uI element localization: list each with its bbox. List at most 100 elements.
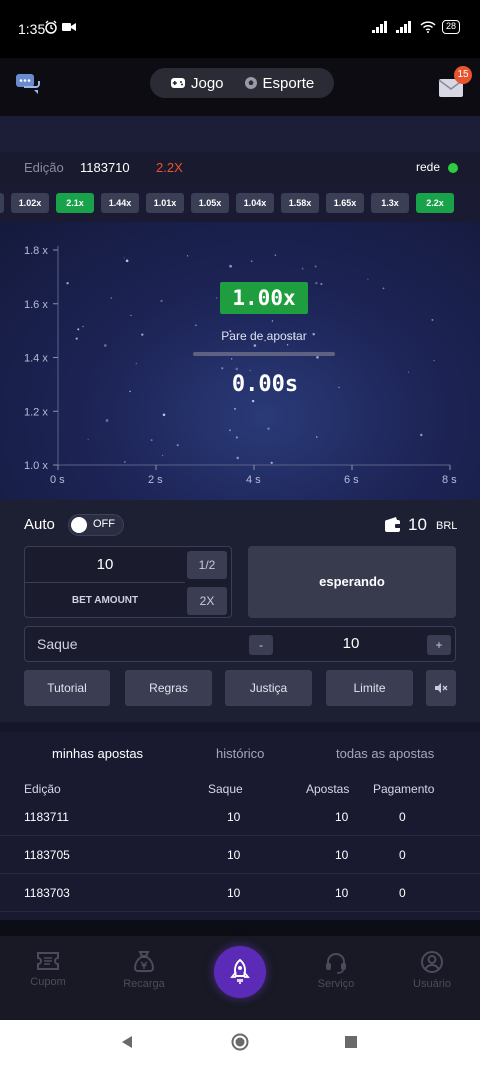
star (123, 257, 125, 259)
bet-controls: Auto OFF 10 BRL 10 BET AMOUNT 1/2 2X esp… (0, 500, 480, 722)
tab-recharge[interactable]: Recarga (109, 950, 179, 990)
recents-icon[interactable] (345, 1035, 357, 1053)
cell-payment: 0 (399, 810, 406, 824)
rocket-icon (230, 958, 250, 984)
cell-cashout: 10 (227, 810, 241, 824)
cashout-increase-button[interactable]: + (427, 635, 451, 655)
status-time: 1:35 (18, 21, 46, 37)
network-status-dot (448, 163, 458, 173)
signal-icon (371, 21, 387, 33)
speaker-mute-icon (435, 683, 448, 693)
star (301, 267, 304, 270)
home-icon[interactable] (231, 1033, 249, 1056)
bets-section: minhas apostas histórico todas as aposta… (0, 732, 480, 920)
history-pill: 2.1x (56, 193, 94, 213)
toggle-knob (71, 517, 87, 533)
current-multiplier: 1.00x (220, 282, 308, 314)
round-timer: 0.00s (231, 372, 299, 397)
star (420, 433, 423, 437)
action-buttons: Tutorial Regras Justiça Limite (24, 670, 456, 706)
star (433, 359, 435, 362)
half-bet-button[interactable]: 1/2 (187, 551, 227, 579)
table-row: 1183711 10 10 0 (0, 798, 480, 836)
star (229, 264, 232, 268)
cell-cashout: 10 (227, 886, 241, 900)
star (75, 337, 78, 340)
star (123, 460, 126, 463)
cell-payment: 0 (399, 886, 406, 900)
x-tick-label: 4 s (246, 474, 261, 486)
star (270, 461, 273, 464)
bet-button[interactable]: esperando (248, 546, 456, 618)
tab-game-home[interactable] (214, 946, 266, 998)
cell-cashout: 10 (227, 848, 241, 862)
tab-service[interactable]: Serviço (301, 950, 371, 990)
star (77, 328, 80, 331)
star (161, 454, 164, 457)
rules-button[interactable]: Regras (125, 670, 212, 706)
star (141, 333, 144, 336)
star (274, 254, 277, 257)
history-pill: 1.01x (146, 193, 184, 213)
tab-coupon[interactable]: Cupom (13, 950, 83, 988)
auto-toggle[interactable]: OFF (68, 514, 124, 536)
tab-esporte[interactable]: Esporte (234, 68, 325, 98)
star (103, 344, 107, 347)
star (407, 371, 410, 373)
cell-edition: 1183705 (24, 848, 70, 862)
star (316, 436, 318, 438)
mail-badge: 15 (454, 66, 472, 84)
y-tick-label: 1.0 x (24, 460, 48, 472)
last-multiplier: 2.2X (156, 160, 183, 175)
bottom-gap (0, 920, 480, 936)
back-icon[interactable] (120, 1034, 134, 1055)
status-icons-left (44, 20, 76, 34)
round-status-text: Pare de apostar (221, 329, 307, 343)
game-sport-switch: Jogo Esporte (150, 68, 334, 98)
x-tick-label: 6 s (344, 474, 359, 486)
tab-all-bets[interactable]: todas as apostas (336, 746, 434, 761)
chat-icon[interactable] (14, 70, 42, 103)
star (314, 265, 317, 268)
status-icons-right: 28 (371, 20, 460, 34)
headset-icon (326, 953, 346, 974)
tab-my-bets[interactable]: minhas apostas (52, 746, 143, 761)
section-divider (0, 722, 480, 732)
auto-label: Auto (24, 516, 55, 533)
x-tick-label: 8 s (442, 474, 457, 486)
x-tick-label: 2 s (148, 474, 163, 486)
star (236, 456, 240, 460)
star (66, 282, 69, 285)
star (186, 255, 189, 257)
bet-amount-label: BET AMOUNT (71, 595, 139, 606)
edition-number: 1183710 (80, 160, 130, 175)
bet-amount-input[interactable]: 10 (25, 547, 185, 583)
cashout-input[interactable]: 10 (325, 635, 377, 652)
bets-tabs: minhas apostas histórico todas as aposta… (0, 746, 480, 766)
table-row: 1183705 10 10 0 (0, 836, 480, 874)
tab-jogo-label: Jogo (191, 74, 224, 92)
currency-label: BRL (436, 520, 458, 532)
edition-label: Edição (24, 160, 64, 175)
fairness-button[interactable]: Justiça (225, 670, 312, 706)
cell-bets: 10 (335, 886, 349, 900)
coupon-icon (37, 952, 59, 970)
double-bet-button[interactable]: 2X (187, 587, 227, 615)
history-pill: 1.58x (281, 193, 319, 213)
tab-history[interactable]: histórico (216, 746, 264, 761)
y-tick-label: 1.2 x (24, 406, 48, 418)
cell-edition: 1183703 (24, 886, 70, 900)
star (135, 362, 138, 365)
tab-jogo[interactable]: Jogo (150, 68, 234, 98)
tab-user[interactable]: Usuário (397, 950, 467, 990)
android-navigation-bar (0, 1020, 480, 1066)
cashout-decrease-button[interactable]: - (249, 635, 273, 655)
star (215, 297, 218, 299)
history-pill-edge (0, 193, 4, 213)
limit-button[interactable]: Limite (326, 670, 413, 706)
tab-service-label: Serviço (317, 978, 355, 990)
y-tick-label: 1.4 x (24, 353, 48, 365)
mute-button[interactable] (426, 670, 456, 706)
star (221, 367, 224, 370)
tutorial-button[interactable]: Tutorial (24, 670, 110, 706)
